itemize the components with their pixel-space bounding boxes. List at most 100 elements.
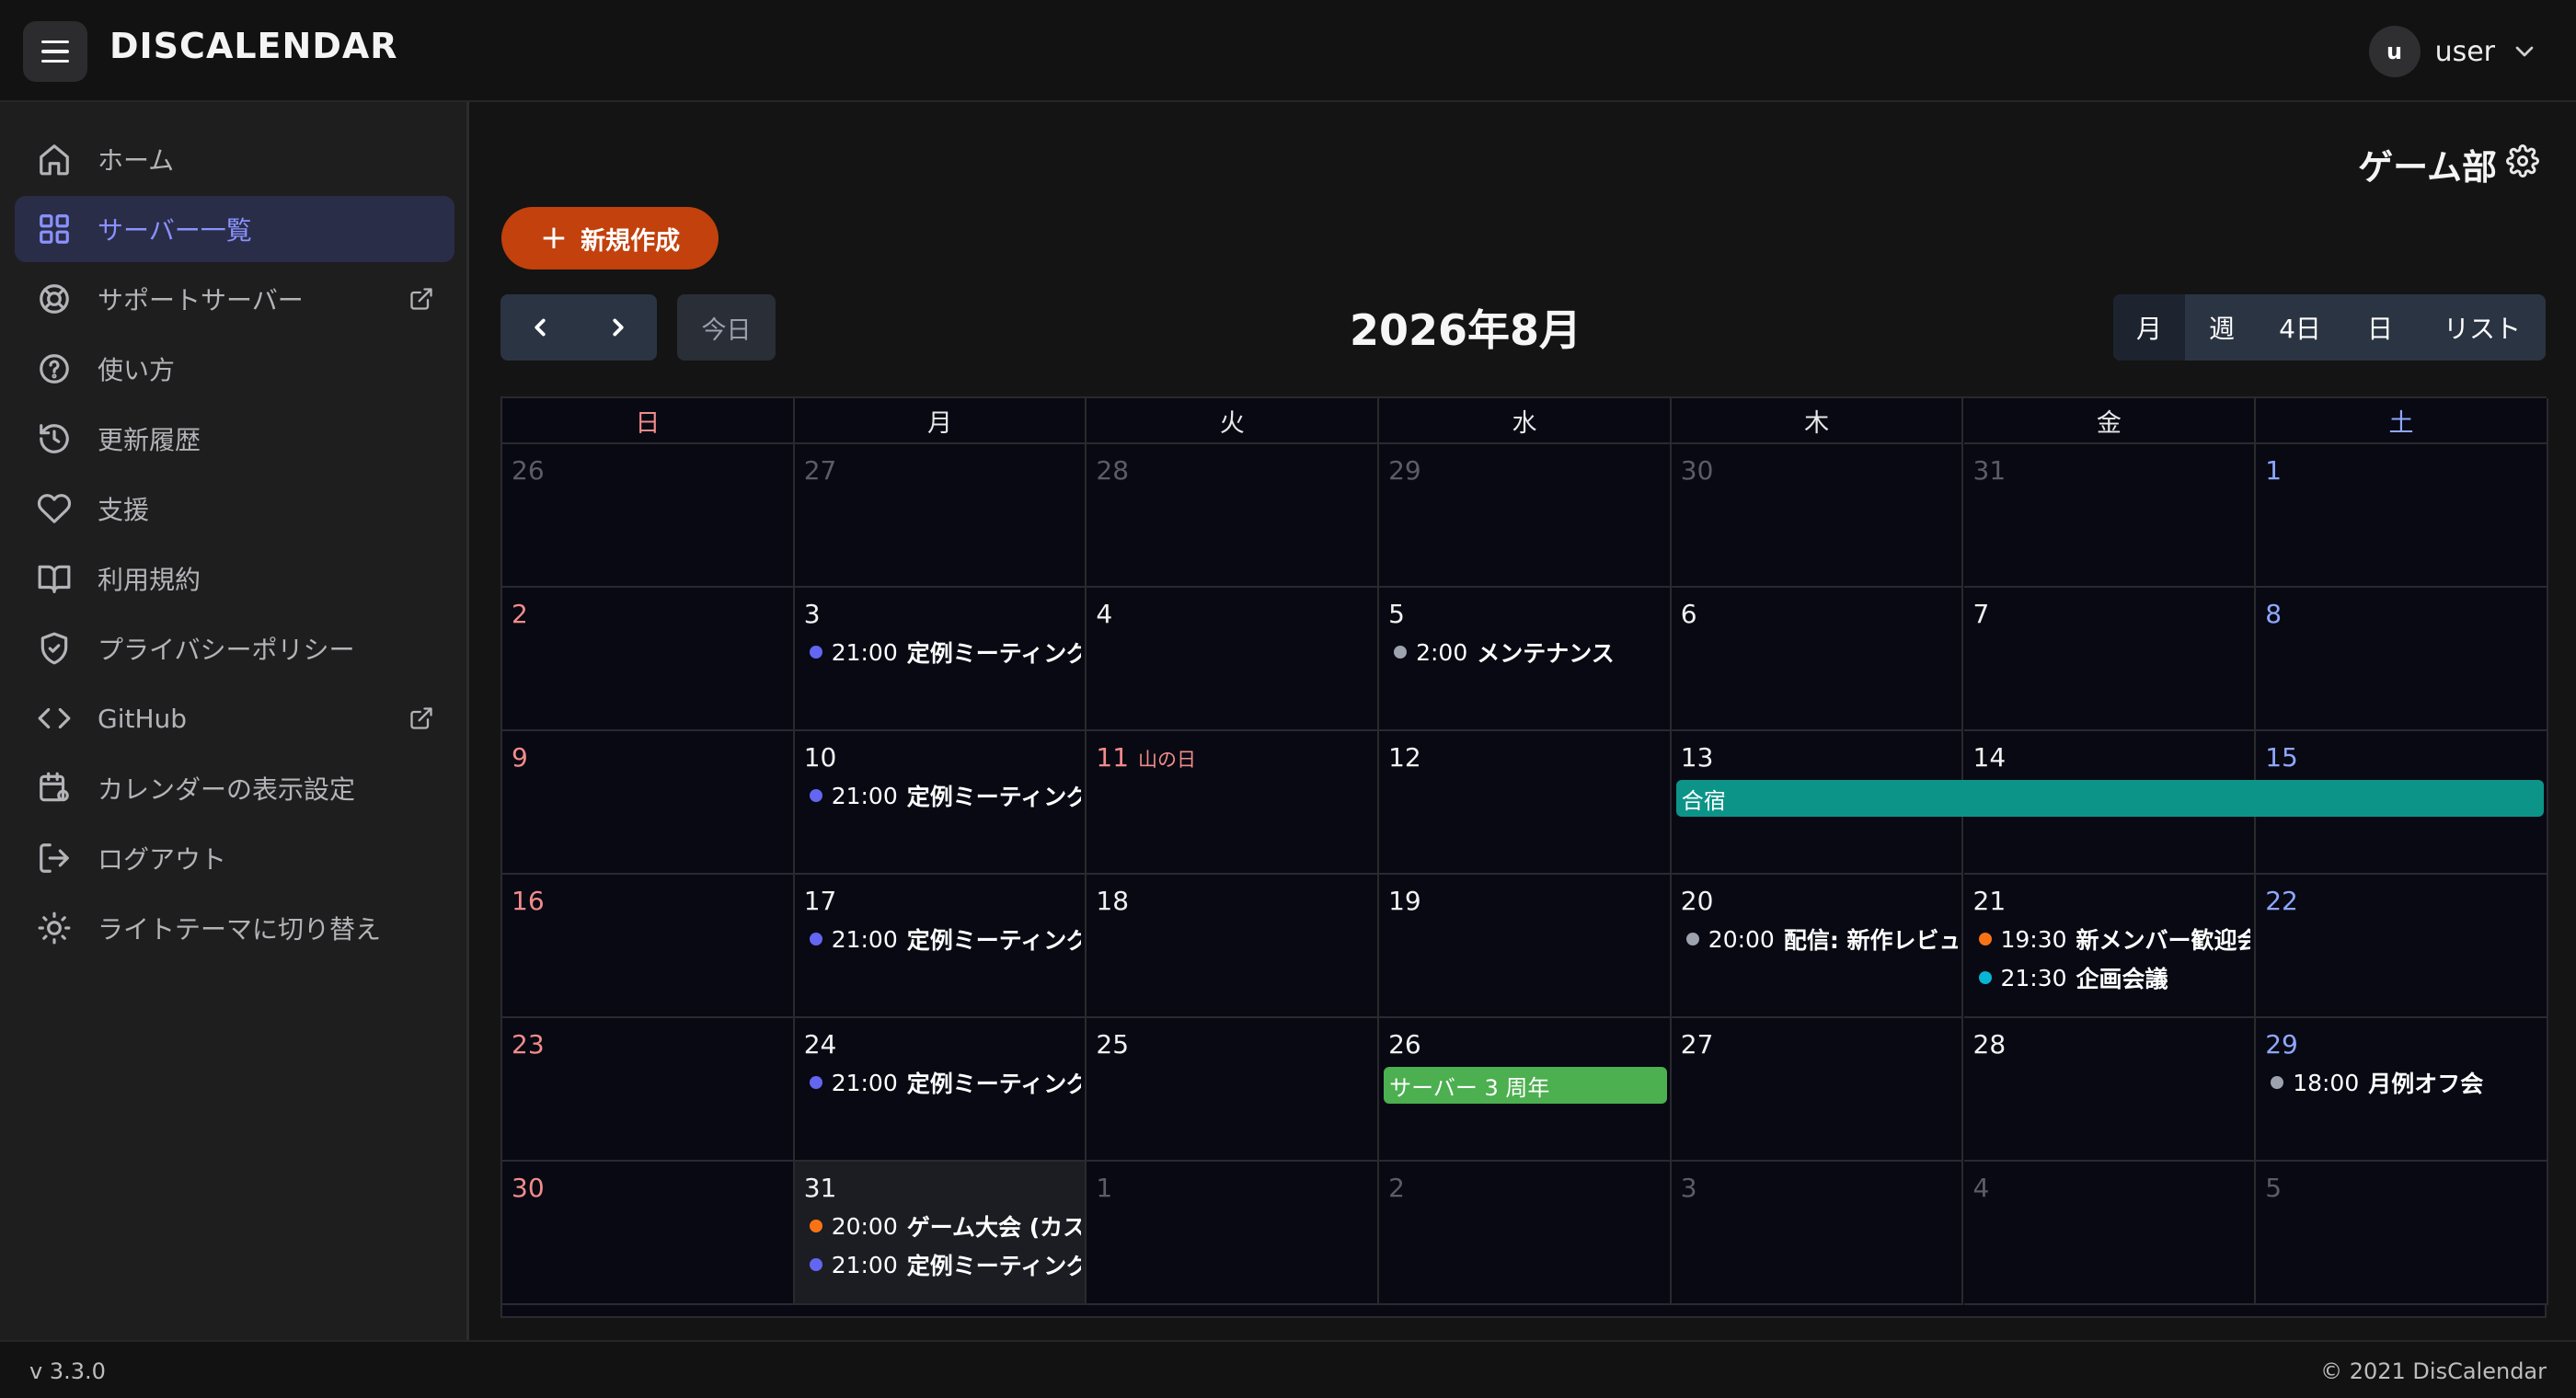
server-settings-button[interactable] — [2506, 144, 2539, 178]
sidebar-item-2[interactable]: サポートサーバー — [15, 266, 454, 332]
calendar-event[interactable]: 21:00 定例ミーティング — [809, 780, 1081, 811]
day-cell[interactable]: 23 — [502, 1018, 795, 1162]
day-cell[interactable]: 7 — [1963, 588, 2257, 731]
day-cell[interactable]: 25 — [1087, 1018, 1380, 1162]
sidebar-item-label: プライバシーポリシー — [98, 635, 355, 665]
new-event-button[interactable]: + 新規作成 — [501, 207, 719, 269]
sidebar-item-10[interactable]: ログアウト — [15, 825, 454, 891]
sidebar-item-3[interactable]: 使い方 — [15, 336, 454, 402]
day-cell[interactable]: 27 — [1671, 1018, 1964, 1162]
day-cell[interactable]: 24 21:00 定例ミーティング — [794, 1018, 1087, 1162]
weekday-header: 木 — [1671, 398, 1964, 444]
day-cell[interactable]: 29 — [1379, 444, 1672, 588]
sidebar-item-6[interactable]: 利用規約 — [15, 545, 454, 612]
sidebar-item-7[interactable]: プライバシーポリシー — [15, 615, 454, 682]
view-button-0[interactable]: 月 — [2113, 294, 2185, 361]
day-number: 9 — [512, 742, 528, 773]
day-cell[interactable]: 4 — [1963, 1162, 2257, 1305]
day-cell[interactable]: 3 — [1671, 1162, 1964, 1305]
calendar-event[interactable]: 21:00 定例ミーティング — [809, 636, 1081, 668]
day-number: 10 — [803, 742, 837, 773]
calendar-event[interactable]: 20:00 配信: 新作レビュー — [1685, 923, 1958, 955]
calendar-event[interactable]: 2:00 メンテナンス — [1394, 636, 1666, 668]
calendar-event[interactable]: 18:00 月例オフ会 — [2271, 1067, 2543, 1098]
day-cell[interactable]: 30 — [1671, 444, 1964, 588]
day-number: 13 — [1680, 742, 1714, 773]
day-cell[interactable]: 20 20:00 配信: 新作レビュー — [1671, 875, 1964, 1018]
day-cell[interactable]: 12 — [1379, 731, 1672, 875]
day-cell[interactable]: 31 20:00 ゲーム大会 (カスタム 21:00 定例ミーティング — [794, 1162, 1087, 1305]
day-cell[interactable]: 18 — [1087, 875, 1380, 1018]
app-header: DISCALENDAR u user — [0, 0, 2576, 102]
view-switcher: 月週 4日日リスト — [2113, 294, 2546, 361]
event-time: 2:00 — [1416, 638, 1468, 666]
app-version: v 3.3.0 — [29, 1358, 106, 1384]
day-cell[interactable]: 11 山の日 — [1087, 731, 1380, 875]
sidebar-item-8[interactable]: GitHub — [15, 685, 454, 751]
sidebar-item-label: 利用規約 — [98, 565, 201, 595]
day-cell[interactable]: 28 — [1963, 1018, 2257, 1162]
sidebar-item-11[interactable]: ライトテーマに切り替え — [15, 895, 454, 961]
day-cell[interactable]: 1 — [2256, 444, 2548, 588]
month-calendar: 日月火水木金土 26 27 28 29 30 31 1 2 3 21:00 定例ミーティング 4 5 2:0… — [500, 396, 2548, 1318]
day-cell[interactable]: 16 — [502, 875, 795, 1018]
month-title: 2026年8月 — [1349, 305, 1582, 355]
new-event-label: 新規作成 — [581, 226, 681, 256]
day-cell[interactable]: 31 — [1963, 444, 2257, 588]
day-number: 14 — [1972, 742, 2007, 773]
multi-day-event[interactable]: 合宿 — [1675, 780, 2544, 817]
app-brand[interactable]: DISCALENDAR — [109, 26, 398, 66]
sidebar-nav: ホームサーバー一覧サポートサーバー使い方更新履歴 支援利用規約プライバシーポリシー… — [15, 126, 454, 965]
today-button[interactable]: 今日 — [677, 294, 776, 361]
view-button-1[interactable]: 週 — [2185, 294, 2259, 361]
sidebar-item-4[interactable]: 更新履歴 — [15, 406, 454, 472]
day-cell[interactable]: 9 — [502, 731, 795, 875]
day-number: 28 — [1972, 1029, 2007, 1060]
view-button-3[interactable]: 日 — [2341, 294, 2419, 361]
chevron-left-icon — [534, 318, 546, 337]
calendar-event[interactable]: 19:30 新メンバー歓迎会 — [1978, 923, 2250, 955]
view-button-2[interactable]: 4日 — [2259, 294, 2341, 361]
day-cell[interactable]: 5 — [2256, 1162, 2548, 1305]
day-cell[interactable]: 30 — [502, 1162, 795, 1305]
user-menu[interactable]: u user — [2368, 25, 2539, 78]
day-cell[interactable]: 19 — [1379, 875, 1672, 1018]
calendar-event[interactable]: 21:00 定例ミーティング — [809, 1249, 1081, 1280]
day-cell[interactable]: 3 21:00 定例ミーティング — [794, 588, 1087, 731]
sidebar-item-5[interactable]: 支援 — [15, 476, 454, 542]
next-month-button[interactable] — [579, 294, 657, 361]
day-cell[interactable]: 28 — [1087, 444, 1380, 588]
day-cell[interactable]: 5 2:00 メンテナンス — [1379, 588, 1672, 731]
calendar-event[interactable]: 21:00 定例ミーティング — [809, 923, 1081, 955]
prev-month-button[interactable] — [500, 294, 579, 361]
day-number: 11 山の日 — [1096, 742, 1197, 773]
sidebar-item-label: サーバー一覧 — [98, 215, 252, 246]
day-cell[interactable]: 10 21:00 定例ミーティング — [794, 731, 1087, 875]
day-cell[interactable]: 29 18:00 月例オフ会 — [2256, 1018, 2548, 1162]
user-name: user — [2434, 35, 2495, 68]
day-cell[interactable]: 26 — [502, 444, 795, 588]
multi-day-event[interactable]: サーバー 3 周年 — [1384, 1067, 1667, 1104]
day-cell[interactable]: 8 — [2256, 588, 2548, 731]
sidebar-item-label: 使い方 — [98, 355, 176, 385]
day-cell[interactable]: 4 — [1087, 588, 1380, 731]
menu-toggle-button[interactable] — [23, 21, 87, 82]
day-cell[interactable]: 17 21:00 定例ミーティング — [794, 875, 1087, 1018]
sidebar-item-1[interactable]: サーバー一覧 — [15, 196, 454, 262]
day-number: 7 — [1972, 599, 1990, 629]
calendar-event[interactable]: 21:30 企画会議 — [1978, 962, 2251, 993]
day-cell[interactable]: 1 — [1087, 1162, 1380, 1305]
calendar-event[interactable]: 20:00 ゲーム大会 (カスタム — [809, 1210, 1082, 1242]
day-cell[interactable]: 2 — [502, 588, 795, 731]
event-title: ゲーム大会 (カスタム — [906, 1214, 1082, 1241]
calendar-event[interactable]: 21:00 定例ミーティング — [809, 1067, 1081, 1098]
sidebar-item-0[interactable]: ホーム — [15, 126, 454, 192]
day-cell[interactable]: 6 — [1671, 588, 1964, 731]
day-cell[interactable]: 27 — [794, 444, 1087, 588]
day-number: 27 — [1680, 1029, 1714, 1060]
day-cell[interactable]: 21 19:30 新メンバー歓迎会 21:30 企画会議 — [1963, 875, 2257, 1018]
view-button-4[interactable]: リスト — [2419, 294, 2546, 361]
day-cell[interactable]: 2 — [1379, 1162, 1672, 1305]
sidebar-item-9[interactable]: カレンダーの表示設定 — [15, 755, 454, 821]
day-cell[interactable]: 22 — [2256, 875, 2548, 1018]
